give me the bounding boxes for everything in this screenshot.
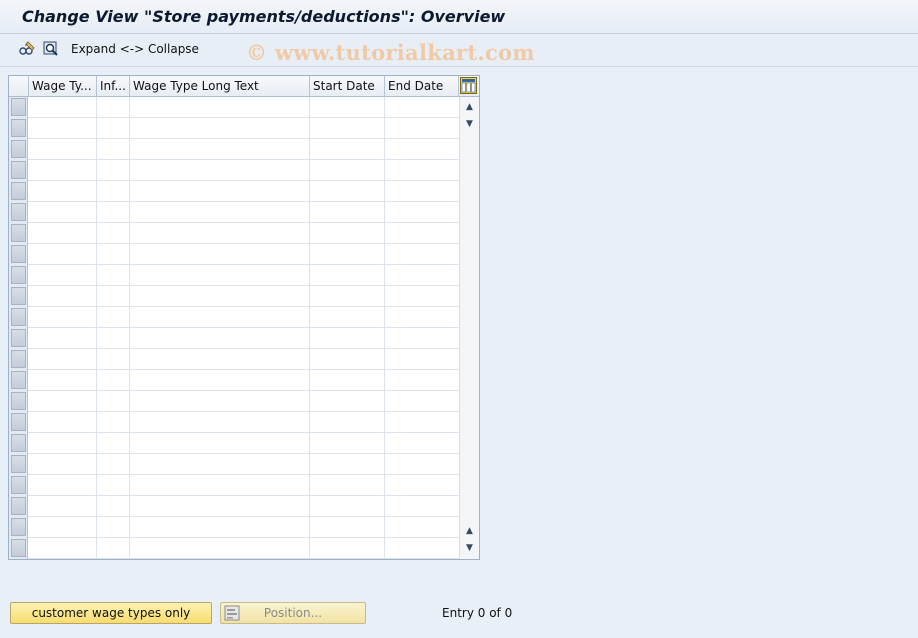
row-selector[interactable] xyxy=(11,287,26,305)
table-row[interactable] xyxy=(28,454,459,475)
table-row[interactable] xyxy=(28,265,459,286)
page-title: Change View "Store payments/deductions":… xyxy=(22,7,506,26)
glasses-pencil-icon[interactable] xyxy=(18,40,36,58)
scroll-page-up-icon[interactable]: ▲ xyxy=(460,523,479,540)
customer-wage-types-button[interactable]: customer wage types only xyxy=(10,602,212,624)
watermark: © www.tutorialkart.com xyxy=(246,40,535,65)
row-selector[interactable] xyxy=(11,308,26,326)
expand-collapse-button[interactable]: Expand <-> Collapse xyxy=(71,42,199,56)
row-selector[interactable] xyxy=(11,455,26,473)
table-row[interactable] xyxy=(28,307,459,328)
position-icon xyxy=(224,605,240,621)
row-selector[interactable] xyxy=(11,392,26,410)
table-row[interactable] xyxy=(28,244,459,265)
row-selector[interactable] xyxy=(11,98,26,116)
row-selector[interactable] xyxy=(11,350,26,368)
table-row[interactable] xyxy=(28,538,459,559)
table-row[interactable] xyxy=(28,349,459,370)
row-selector-column xyxy=(9,97,28,559)
column-header-long-text[interactable]: Wage Type Long Text xyxy=(130,76,310,97)
column-header-start-date[interactable]: Start Date xyxy=(310,76,385,97)
column-header-infotype[interactable]: Inf... xyxy=(97,76,130,97)
row-selector[interactable] xyxy=(11,434,26,452)
table-header: Wage Ty... Inf... Wage Type Long Text St… xyxy=(9,76,479,97)
row-selector[interactable] xyxy=(11,539,26,557)
table-row[interactable] xyxy=(28,328,459,349)
row-selector[interactable] xyxy=(11,266,26,284)
row-selector[interactable] xyxy=(11,224,26,242)
row-selector[interactable] xyxy=(11,329,26,347)
table-row[interactable] xyxy=(28,286,459,307)
table-row[interactable] xyxy=(28,475,459,496)
table-row[interactable] xyxy=(28,181,459,202)
column-divider xyxy=(309,97,310,559)
table-row[interactable] xyxy=(28,118,459,139)
row-selector[interactable] xyxy=(11,245,26,263)
table-row[interactable] xyxy=(28,139,459,160)
row-selector[interactable] xyxy=(11,119,26,137)
row-selector[interactable] xyxy=(11,518,26,536)
table-row[interactable] xyxy=(28,433,459,454)
row-selector[interactable] xyxy=(11,182,26,200)
row-selector[interactable] xyxy=(11,140,26,158)
column-divider xyxy=(96,97,97,559)
column-divider xyxy=(384,97,385,559)
scroll-page-down-icon[interactable]: ▼ xyxy=(460,540,479,557)
column-divider xyxy=(129,97,130,559)
table-row[interactable] xyxy=(28,97,459,118)
column-header-end-date[interactable]: End Date xyxy=(385,76,459,97)
wage-type-table: Wage Ty... Inf... Wage Type Long Text St… xyxy=(8,75,480,560)
select-details-icon[interactable] xyxy=(42,40,60,58)
table-row[interactable] xyxy=(28,412,459,433)
table-row[interactable] xyxy=(28,160,459,181)
row-selector[interactable] xyxy=(11,476,26,494)
row-selector[interactable] xyxy=(11,497,26,515)
table-settings-icon[interactable] xyxy=(460,77,477,94)
table-row[interactable] xyxy=(28,370,459,391)
table-row[interactable] xyxy=(28,223,459,244)
table-row[interactable] xyxy=(28,391,459,412)
select-all-cell[interactable] xyxy=(9,76,29,97)
vertical-scrollbar[interactable]: ▲ ▼ ▲ ▼ xyxy=(459,97,479,559)
table-row[interactable] xyxy=(28,517,459,538)
column-header-wage-type[interactable]: Wage Ty... xyxy=(29,76,97,97)
row-selector[interactable] xyxy=(11,161,26,179)
title-bar: Change View "Store payments/deductions":… xyxy=(0,0,918,34)
position-button[interactable]: Position... xyxy=(220,602,366,624)
entry-status: Entry 0 of 0 xyxy=(442,606,513,620)
row-selector[interactable] xyxy=(11,371,26,389)
table-row[interactable] xyxy=(28,202,459,223)
table-row[interactable] xyxy=(28,496,459,517)
row-selector[interactable] xyxy=(11,203,26,221)
row-selector[interactable] xyxy=(11,413,26,431)
scroll-down-icon[interactable]: ▼ xyxy=(460,116,479,133)
scroll-up-icon[interactable]: ▲ xyxy=(460,99,479,116)
position-button-label: Position... xyxy=(263,606,323,620)
